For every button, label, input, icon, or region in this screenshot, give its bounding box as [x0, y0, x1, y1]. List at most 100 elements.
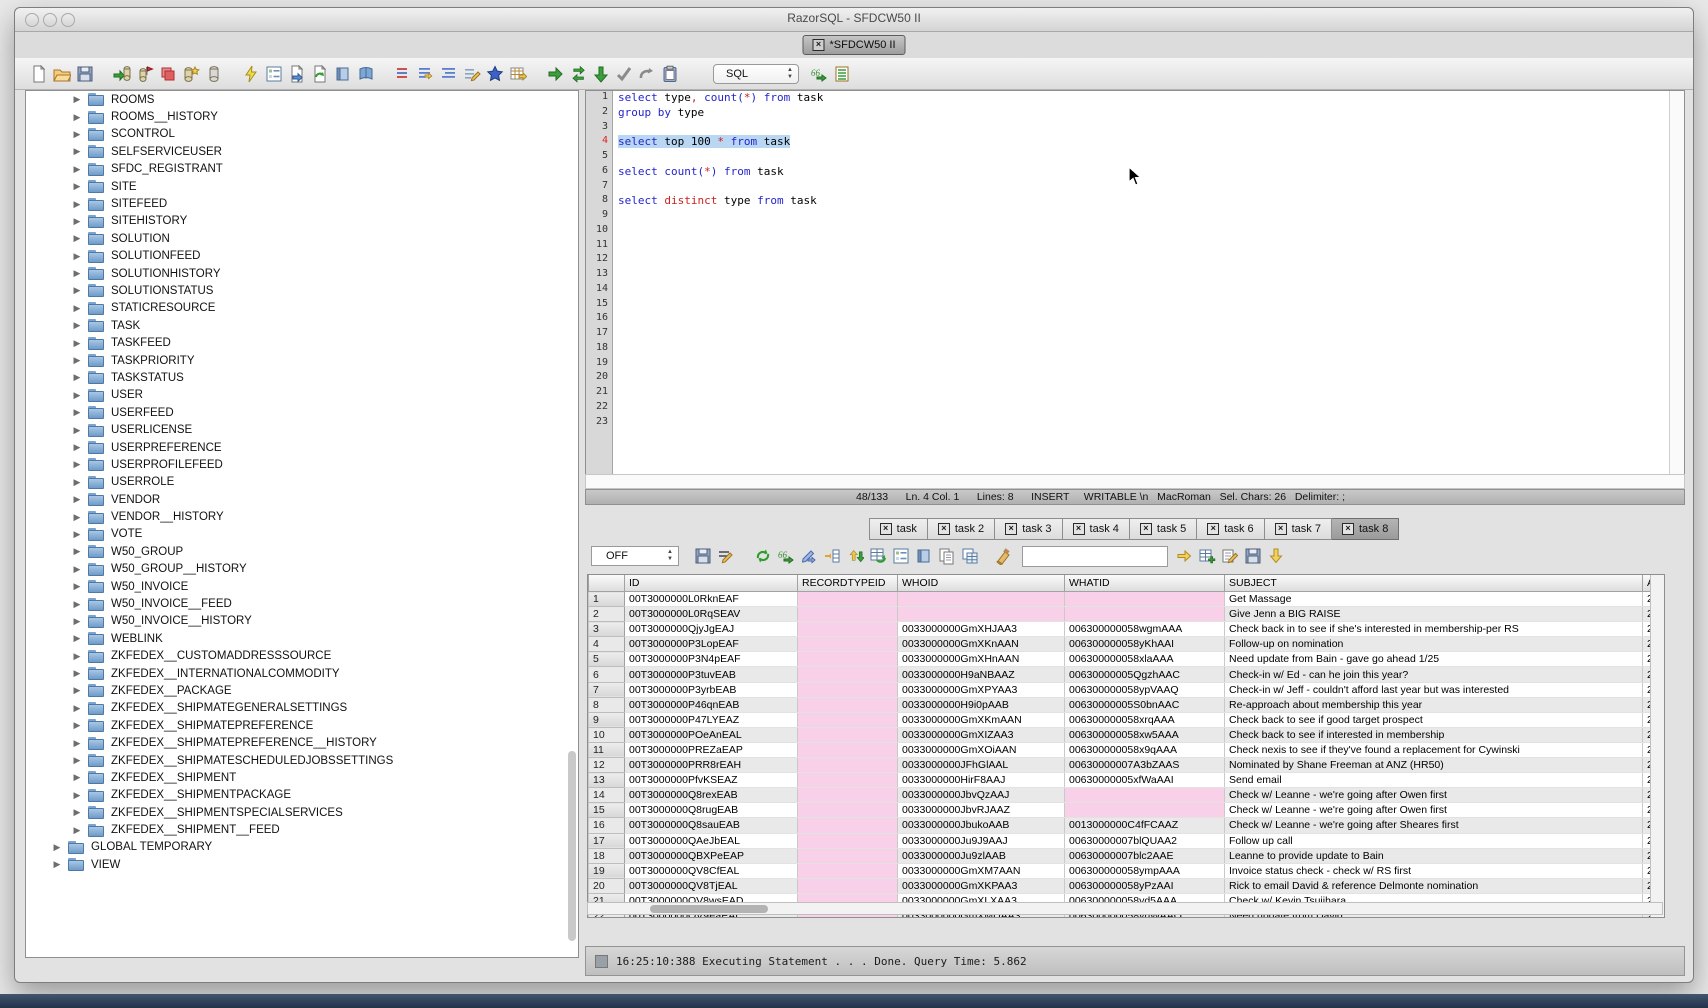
cell-whoid[interactable]: 0033000000Ju9J9AAJ — [898, 833, 1065, 848]
cell-whoid[interactable]: 0033000000GmXOiAAN — [898, 742, 1065, 757]
sidebar-item-vendor[interactable]: ▶ VENDOR — [26, 491, 578, 508]
code-line-18[interactable] — [613, 342, 1670, 357]
cell-recordtypeid[interactable] — [798, 727, 898, 742]
validate-check-icon[interactable] — [614, 64, 634, 84]
close-tab-icon[interactable]: × — [1275, 523, 1287, 535]
disclosure-triangle-icon[interactable]: ▶ — [72, 529, 82, 540]
disclosure-triangle-icon[interactable]: ▶ — [72, 772, 82, 783]
database-icon[interactable] — [204, 64, 224, 84]
disclosure-triangle-icon[interactable]: ▶ — [72, 338, 82, 349]
sidebar-item-w50-invoice-feed[interactable]: ▶ W50_INVOICE__FEED — [26, 595, 578, 612]
disclosure-triangle-icon[interactable]: ▶ — [72, 146, 82, 157]
goto-line-icon[interactable]: 66 — [809, 64, 829, 84]
cell-rownum[interactable]: 6 — [589, 667, 625, 682]
disclosure-triangle-icon[interactable]: ▶ — [72, 407, 82, 418]
new-connection-icon[interactable] — [181, 64, 201, 84]
copy-docs-icon[interactable] — [937, 546, 957, 566]
cell-recordtypeid[interactable] — [798, 607, 898, 622]
sql-editor[interactable]: 1234567891011121314151617181920212223 se… — [585, 90, 1685, 475]
sidebar-item-sitefeed[interactable]: ▶ SITEFEED — [26, 195, 578, 212]
align-lines-icon[interactable] — [439, 64, 459, 84]
code-line-19[interactable] — [613, 357, 1670, 372]
down-yellow-icon[interactable] — [1266, 546, 1286, 566]
disclosure-triangle-icon[interactable]: ▶ — [72, 825, 82, 836]
cell-id[interactable]: 00T3000000PREZaEAP — [625, 742, 798, 757]
cell-subject[interactable]: Check w/ Leanne - we're going after Shea… — [1225, 818, 1643, 833]
cell-whoid[interactable]: 0033000000GmXM7AAN — [898, 863, 1065, 878]
sidebar-scrollbar-thumb[interactable] — [568, 751, 576, 941]
cell-rownum[interactable]: 17 — [589, 833, 625, 848]
sidebar-item-w50-group[interactable]: ▶ W50_GROUP — [26, 543, 578, 560]
close-tab-icon[interactable]: × — [1207, 523, 1219, 535]
table-row-6[interactable]: 600T3000000P3tuvEAB0033000000H9aNBAAZ006… — [589, 667, 1666, 682]
code-line-16[interactable] — [613, 312, 1670, 327]
editor-horizontal-scrollbar[interactable] — [585, 474, 1685, 489]
disclosure-triangle-icon[interactable]: ▶ — [72, 790, 82, 801]
cell-id[interactable]: 00T3000000QAeJbEAL — [625, 833, 798, 848]
sidebar-item-task[interactable]: ▶ TASK — [26, 317, 578, 334]
cell-subject[interactable]: Invoice status check - check w/ RS first — [1225, 863, 1643, 878]
disclosure-triangle-icon[interactable]: ▶ — [72, 720, 82, 731]
sidebar-item-taskfeed[interactable]: ▶ TASKFEED — [26, 334, 578, 351]
table-row-5[interactable]: 500T3000000P3N4pEAF0033000000GmXHnAAN006… — [589, 652, 1666, 667]
cell-rownum[interactable]: 20 — [589, 878, 625, 893]
cell-recordtypeid[interactable] — [798, 637, 898, 652]
cell-recordtypeid[interactable] — [798, 592, 898, 607]
close-tab-icon[interactable]: × — [812, 39, 824, 51]
cell-rownum[interactable]: 9 — [589, 712, 625, 727]
cell-subject[interactable]: Check w/ Leanne - we're going after Owen… — [1225, 788, 1643, 803]
result-tab-task-3[interactable]: × task 3 — [995, 518, 1062, 540]
cell-whatid[interactable] — [1065, 803, 1225, 818]
code-line-1[interactable]: select type, count(*) from task — [613, 91, 1670, 106]
refresh-results-icon[interactable] — [310, 64, 330, 84]
disclosure-triangle-icon[interactable]: ▶ — [72, 738, 82, 749]
column-header-recordtypeid[interactable]: RECORDTYPEID — [798, 575, 898, 592]
sidebar-item-zkfedex-customaddresssource[interactable]: ▶ ZKFEDEX__CUSTOMADDRESSSOURCE — [26, 648, 578, 665]
cell-subject[interactable]: Rick to email David & reference Delmonte… — [1225, 878, 1643, 893]
table-row-2[interactable]: 200T3000000L0RqSEAVGive Jenn a BIG RAISE… — [589, 607, 1666, 622]
table-row-16[interactable]: 1600T3000000Q8sauEAB0033000000JbukoAAB00… — [589, 818, 1666, 833]
cell-recordtypeid[interactable] — [798, 863, 898, 878]
cell-recordtypeid[interactable] — [798, 682, 898, 697]
table-row-20[interactable]: 2000T3000000QV8TjEAL0033000000GmXKPAA300… — [589, 878, 1666, 893]
compare-list-icon[interactable] — [393, 64, 413, 84]
cell-whatid[interactable]: 006300000058x9qAAA — [1065, 742, 1225, 757]
disclosure-triangle-icon[interactable]: ▶ — [52, 859, 62, 870]
cell-whatid[interactable]: 006300000058yPzAAI — [1065, 878, 1225, 893]
cell-rownum[interactable]: 7 — [589, 682, 625, 697]
column-header-whatid[interactable]: WHATID — [1065, 575, 1225, 592]
disclosure-triangle-icon[interactable]: ▶ — [72, 477, 82, 488]
sidebar-item-site[interactable]: ▶ SITE — [26, 178, 578, 195]
sidebar-item-userrole[interactable]: ▶ USERROLE — [26, 474, 578, 491]
column-header-whoid[interactable]: WHOID — [898, 575, 1065, 592]
cell-id[interactable]: 00T3000000Q8rexEAB — [625, 788, 798, 803]
connect-db-icon[interactable] — [112, 64, 132, 84]
sidebar-item-userfeed[interactable]: ▶ USERFEED — [26, 404, 578, 421]
sidebar-item-zkfedex-shipmatescheduledjobssettings[interactable]: ▶ ZKFEDEX__SHIPMATESCHEDULEDJOBSSETTINGS — [26, 752, 578, 769]
code-line-17[interactable] — [613, 327, 1670, 342]
goto-line-icon[interactable]: 66 — [776, 546, 796, 566]
cell-whatid[interactable]: 00630000005S0bnAAC — [1065, 697, 1225, 712]
disclosure-triangle-icon[interactable]: ▶ — [52, 842, 62, 853]
edit-entry-icon[interactable] — [1220, 546, 1240, 566]
sql-doc-icon[interactable] — [333, 64, 353, 84]
export-table-icon[interactable] — [508, 64, 528, 84]
disclosure-triangle-icon[interactable]: ▶ — [72, 285, 82, 296]
table-copy-icon[interactable] — [960, 546, 980, 566]
cell-whoid[interactable]: 0033000000GmXKPAA3 — [898, 878, 1065, 893]
cell-whoid[interactable]: 0033000000H9i0pAAB — [898, 697, 1065, 712]
sidebar-item-userprofilefeed[interactable]: ▶ USERPROFILEFEED — [26, 456, 578, 473]
table-row-19[interactable]: 1900T3000000QV8CfEAL0033000000GmXM7AAN00… — [589, 863, 1666, 878]
cell-whoid[interactable]: 0033000000JbvRJAAZ — [898, 803, 1065, 818]
open-file-icon[interactable] — [52, 64, 72, 84]
cell-rownum[interactable]: 18 — [589, 848, 625, 863]
sidebar-item-w50-invoice-history[interactable]: ▶ W50_INVOICE__HISTORY — [26, 613, 578, 630]
disclosure-triangle-icon[interactable]: ▶ — [72, 181, 82, 192]
cell-subject[interactable]: Check back in to see if she's interested… — [1225, 622, 1643, 637]
sidebar-item-rooms[interactable]: ▶ ROOMS — [26, 91, 578, 108]
disclosure-triangle-icon[interactable]: ▶ — [72, 807, 82, 818]
cell-whoid[interactable]: 0033000000GmXKmAAN — [898, 712, 1065, 727]
cell-whoid[interactable] — [898, 607, 1065, 622]
table-row-10[interactable]: 1000T3000000POeAnEAL0033000000GmXIZAA300… — [589, 727, 1666, 742]
disclosure-triangle-icon[interactable]: ▶ — [72, 268, 82, 279]
